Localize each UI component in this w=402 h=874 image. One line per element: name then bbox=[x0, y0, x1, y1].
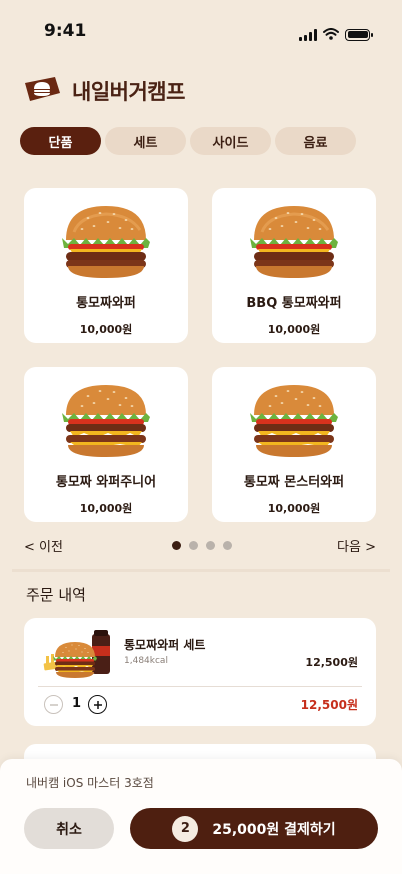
page-dot[interactable] bbox=[172, 541, 181, 550]
page-dot[interactable] bbox=[206, 541, 215, 550]
double-burger-icon bbox=[250, 385, 338, 457]
order-item-unit-price: 12,500원 bbox=[305, 656, 358, 669]
order-item-name: 통모짜와퍼 세트 bbox=[124, 638, 206, 652]
quantity-value: 1 bbox=[72, 696, 82, 711]
battery-icon bbox=[345, 28, 373, 41]
prev-page-button[interactable]: < 이전 bbox=[24, 536, 63, 555]
menu-grid: 통모짜와퍼 10,000원 BBQ 통모짜와퍼 10,000원 통모짜 와퍼주니… bbox=[24, 188, 376, 522]
burger-icon bbox=[248, 204, 340, 280]
order-item-card: 통모짜와퍼 세트 1,484kcal 12,500원 1 12,500원 bbox=[24, 618, 376, 726]
menu-card[interactable]: 통모짜 와퍼주니어 10,000원 bbox=[24, 367, 188, 522]
menu-card[interactable]: 통모짜 몬스터와퍼 10,000원 bbox=[212, 367, 376, 522]
menu-item-price: 10,000원 bbox=[79, 323, 133, 336]
decrease-quantity-button[interactable] bbox=[44, 695, 63, 714]
double-burger-icon bbox=[62, 385, 150, 457]
menu-pager: < 이전 다음 > bbox=[24, 536, 376, 555]
status-icons bbox=[299, 25, 373, 44]
category-tabs: 단품 세트 사이드 음료 bbox=[20, 127, 356, 155]
brand-title: 내일버거캠프 bbox=[72, 80, 185, 104]
minus-icon bbox=[49, 703, 58, 706]
menu-item-name: BBQ 통모짜와퍼 bbox=[246, 296, 342, 311]
menu-card[interactable]: BBQ 통모짜와퍼 10,000원 bbox=[212, 188, 376, 343]
order-item-divider bbox=[38, 686, 362, 687]
order-count-badge: 2 bbox=[172, 815, 199, 842]
checkout-footer: 내버캠 iOS 마스터 3호점 취소 2 25,000원 결제하기 bbox=[0, 759, 402, 874]
signal-icon bbox=[299, 28, 317, 41]
order-item-kcal: 1,484kcal bbox=[124, 656, 168, 666]
burger-icon bbox=[60, 204, 152, 280]
menu-item-price: 10,000원 bbox=[267, 323, 321, 336]
tab-set[interactable]: 세트 bbox=[105, 127, 186, 155]
pay-button-label: 25,000원 결제하기 bbox=[212, 821, 336, 838]
menu-item-price: 10,000원 bbox=[267, 502, 321, 515]
pay-button[interactable]: 2 25,000원 결제하기 bbox=[130, 808, 378, 849]
page-dot[interactable] bbox=[189, 541, 198, 550]
order-section-title: 주문 내역 bbox=[26, 586, 86, 604]
increase-quantity-button[interactable] bbox=[88, 695, 107, 714]
menu-item-name: 통모짜 와퍼주니어 bbox=[55, 475, 157, 490]
page-dot[interactable] bbox=[223, 541, 232, 550]
section-divider bbox=[12, 569, 390, 572]
burger-set-icon bbox=[43, 630, 110, 678]
menu-item-name: 통모짜와퍼 bbox=[76, 296, 136, 311]
order-item-total-price: 12,500원 bbox=[300, 698, 358, 712]
menu-item-name: 통모짜 몬스터와퍼 bbox=[243, 475, 345, 490]
burger-logo-icon bbox=[22, 74, 62, 108]
menu-item-price: 10,000원 bbox=[79, 502, 133, 515]
cancel-button[interactable]: 취소 bbox=[24, 808, 114, 849]
menu-card[interactable]: 통모짜와퍼 10,000원 bbox=[24, 188, 188, 343]
page-indicator bbox=[172, 541, 232, 550]
kiosk-name: 내버캠 iOS 마스터 3호점 bbox=[26, 776, 154, 790]
next-page-button[interactable]: 다음 > bbox=[337, 536, 376, 555]
tab-side[interactable]: 사이드 bbox=[190, 127, 271, 155]
tab-single[interactable]: 단품 bbox=[20, 127, 101, 155]
plus-icon bbox=[93, 700, 102, 709]
status-time: 9:41 bbox=[44, 21, 87, 41]
status-bar: 9:41 bbox=[0, 0, 402, 54]
tab-drink[interactable]: 음료 bbox=[275, 127, 356, 155]
app-header: 내일버거캠프 bbox=[22, 74, 185, 108]
wifi-icon bbox=[323, 25, 339, 44]
